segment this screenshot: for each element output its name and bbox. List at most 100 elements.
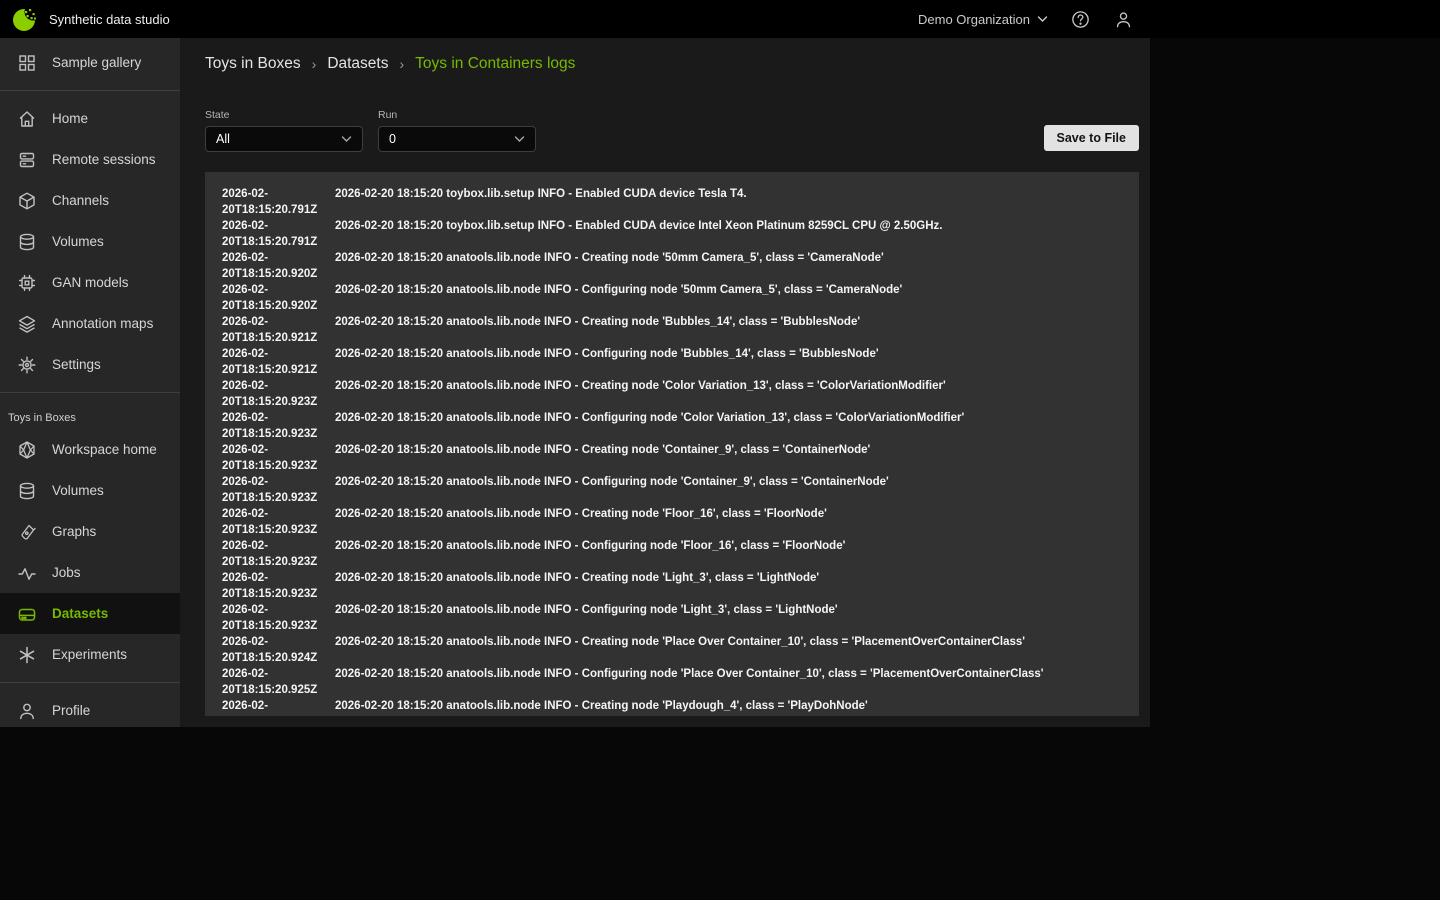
breadcrumb-datasets[interactable]: Datasets [327,55,388,73]
log-message: 2026-02-20 18:15:20 anatools.lib.node IN… [335,602,1139,618]
sidebar-item-sample-gallery[interactable]: Sample gallery [0,42,180,83]
sidebar-item-label: Volumes [52,234,104,249]
log-row: 2026-02-20T18:15:20.924Z2026-02-20 18:15… [222,634,1139,666]
log-row: 2026-02-20T18:15:20.921Z2026-02-20 18:15… [222,314,1139,346]
sidebar-item-profile[interactable]: Profile [0,690,180,731]
run-select[interactable]: 0 [378,126,536,152]
sidebar-item-label: Jobs [52,565,81,580]
log-row: 2026-02-20T18:15:20.923Z2026-02-20 18:15… [222,474,1139,506]
log-timestamp: 2026-02-20T18:15:20.920Z [222,250,335,282]
app-title: Synthetic data studio [49,12,170,27]
log-row: 2026-02-20T18:15:20.923Z2026-02-20 18:15… [222,506,1139,538]
sidebar-item-settings[interactable]: Settings [0,344,180,385]
log-timestamp: 2026-02-20T18:15:20.923Z [222,442,335,474]
sidebar-divider [0,392,180,393]
chevron-down-icon [514,135,525,143]
sidebar-item-label: Annotation maps [52,316,153,331]
asterisk-icon [16,644,38,666]
sidebar-item-workspace-home[interactable]: Workspace home [0,429,180,470]
log-message: 2026-02-20 18:15:20 anatools.lib.node IN… [335,250,1139,266]
sidebar-item-label: Workspace home [52,442,157,457]
log-row: 2026-02-20T18:15:20.921Z2026-02-20 18:15… [222,346,1139,378]
log-row: 2026-02-20T18:15:20.791Z2026-02-20 18:15… [222,218,1139,250]
server-icon [16,149,38,171]
sidebar: Sample gallery Home Remote sessions Chan… [0,38,180,727]
sidebar-item-workspace-volumes[interactable]: Volumes [0,470,180,511]
log-list: 2026-02-20T18:15:20.791Z2026-02-20 18:15… [222,186,1139,716]
layers-icon [16,313,38,335]
sidebar-item-label: Volumes [52,483,104,498]
sidebar-item-datasets[interactable]: Datasets [0,593,180,634]
run-filter-group: Run 0 [378,109,536,152]
log-message: 2026-02-20 18:15:20 anatools.lib.node IN… [335,570,1139,586]
chevron-down-icon [341,135,352,143]
top-bar: Synthetic data studio Demo Organization [0,0,1440,38]
sphere-icon [16,439,38,461]
filters-bar: State All Run 0 Save to File [205,109,1139,157]
sidebar-item-label: Experiments [52,647,127,662]
sidebar-item-label: GAN models [52,275,129,290]
breadcrumb-workspace[interactable]: Toys in Boxes [205,55,301,73]
sidebar-divider [0,682,180,683]
log-timestamp: 2026-02-20T18:15:20.920Z [222,282,335,314]
sidebar-item-home[interactable]: Home [0,98,180,139]
sidebar-item-label: Graphs [52,524,96,539]
log-timestamp: 2026-02-20T18:15:20.791Z [222,218,335,250]
pen-icon [16,521,38,543]
sidebar-item-remote-sessions[interactable]: Remote sessions [0,139,180,180]
run-select-value: 0 [389,132,396,146]
user-icon[interactable] [1113,9,1134,30]
log-message: 2026-02-20 18:15:20 anatools.lib.node IN… [335,506,1139,522]
log-message: 2026-02-20 18:15:20 anatools.lib.node IN… [335,410,1139,426]
breadcrumb-separator: › [312,56,317,72]
organization-menu[interactable]: Demo Organization [918,12,1048,27]
grid-icon [16,52,38,74]
log-message: 2026-02-20 18:15:20 anatools.lib.node IN… [335,346,1139,362]
log-message: 2026-02-20 18:15:20 toybox.lib.setup INF… [335,186,1139,202]
log-viewer[interactable]: 2026-02-20T18:15:20.791Z2026-02-20 18:15… [205,172,1139,716]
sidebar-item-experiments[interactable]: Experiments [0,634,180,675]
log-message: 2026-02-20 18:15:20 anatools.lib.node IN… [335,538,1139,554]
log-timestamp: 2026-02-20T18:15:20.921Z [222,346,335,378]
state-select-value: All [216,132,230,146]
sidebar-item-label: Home [52,111,88,126]
log-timestamp: 2026-02- [222,698,335,714]
sidebar-item-annotation-maps[interactable]: Annotation maps [0,303,180,344]
sidebar-item-channels[interactable]: Channels [0,180,180,221]
log-timestamp: 2026-02-20T18:15:20.923Z [222,602,335,634]
log-row: 2026-02-20T18:15:20.923Z2026-02-20 18:15… [222,538,1139,570]
cube-icon [16,190,38,212]
log-row: 2026-02-20T18:15:20.923Z2026-02-20 18:15… [222,570,1139,602]
state-select[interactable]: All [205,126,363,152]
sidebar-item-gan-models[interactable]: GAN models [0,262,180,303]
log-message: 2026-02-20 18:15:20 toybox.lib.setup INF… [335,218,1139,234]
log-row: 2026-02-20T18:15:20.923Z2026-02-20 18:15… [222,602,1139,634]
sidebar-item-label: Settings [52,357,101,372]
log-row: 2026-02-20T18:15:20.923Z2026-02-20 18:15… [222,410,1139,442]
sidebar-divider [0,90,180,91]
pulse-icon [16,562,38,584]
help-icon[interactable] [1070,9,1091,30]
save-to-file-button[interactable]: Save to File [1044,125,1139,151]
sidebar-item-graphs[interactable]: Graphs [0,511,180,552]
sidebar-item-jobs[interactable]: Jobs [0,552,180,593]
chip-icon [16,272,38,294]
home-icon [16,108,38,130]
state-filter-label: State [205,109,363,121]
sidebar-item-volumes[interactable]: Volumes [0,221,180,262]
sidebar-item-label: Sample gallery [52,55,141,70]
log-message: 2026-02-20 18:15:20 anatools.lib.node IN… [335,634,1139,650]
log-timestamp: 2026-02-20T18:15:20.923Z [222,378,335,410]
breadcrumb: Toys in Boxes › Datasets › Toys in Conta… [180,38,1150,73]
log-row: 2026-02-20T18:15:20.923Z2026-02-20 18:15… [222,378,1139,410]
database-icon [16,480,38,502]
drive-icon [16,603,38,625]
log-row: 2026-02-20T18:15:20.925Z2026-02-20 18:15… [222,666,1139,698]
sidebar-item-label: Remote sessions [52,152,156,167]
gear-icon [16,354,38,376]
log-message: 2026-02-20 18:15:20 anatools.lib.node IN… [335,698,1139,714]
cookie-logo-icon [11,5,39,33]
log-timestamp: 2026-02-20T18:15:20.921Z [222,314,335,346]
main-content: Toys in Boxes › Datasets › Toys in Conta… [180,38,1150,727]
person-icon [16,700,38,722]
